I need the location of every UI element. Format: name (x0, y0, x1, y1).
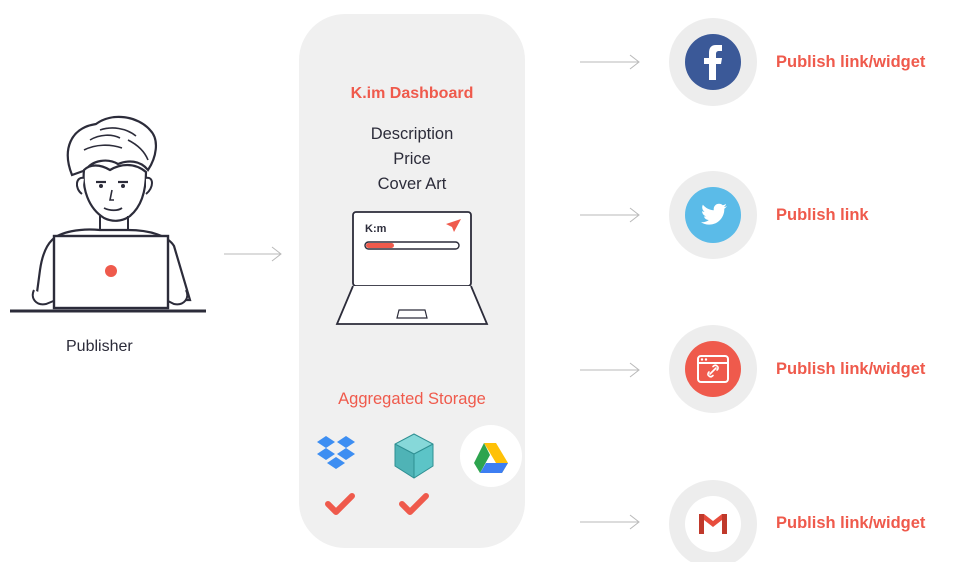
field-price: Price (393, 150, 431, 168)
field-cover-art: Cover Art (377, 175, 447, 193)
publisher-label: Publisher (66, 338, 133, 355)
dashboard-title: K.im Dashboard (350, 85, 474, 102)
google-drive-icon (460, 425, 522, 487)
laptop-logo: K:m (365, 223, 387, 235)
storage-cube-icon (394, 433, 434, 479)
dashboard-fields: Description Price Cover Art (299, 122, 525, 197)
channel-website (669, 325, 757, 413)
website-icon (685, 341, 741, 397)
twitter-publish-label: Publish link (776, 206, 869, 224)
facebook-icon (685, 34, 741, 90)
facebook-publish-label: Publish link/widget (776, 53, 926, 71)
laptop-dot (105, 265, 117, 277)
gmail-icon (685, 496, 741, 552)
publisher-illustration (10, 115, 206, 313)
field-description: Description (370, 125, 454, 143)
check-icon (399, 493, 429, 515)
arrow-to-facebook (580, 54, 640, 70)
dropbox-icon (317, 436, 355, 469)
arrow-to-twitter (580, 207, 640, 223)
channel-facebook (669, 18, 757, 106)
channel-twitter (669, 171, 757, 259)
dashboard-panel: K.im Dashboard Description Price Cover A… (299, 14, 525, 548)
check-icon (325, 493, 355, 515)
publisher-figure: Publisher (0, 0, 230, 380)
channel-gmail (669, 480, 757, 562)
website-publish-label: Publish link/widget (776, 360, 926, 378)
arrow-to-dashboard (224, 246, 282, 262)
storage-title: Aggregated Storage (338, 390, 486, 408)
arrow-to-website (580, 362, 640, 378)
gmail-publish-label: Publish link/widget (776, 514, 926, 532)
twitter-icon (685, 187, 741, 243)
dashboard-laptop-icon: K:m (335, 211, 489, 325)
arrow-to-gmail (580, 514, 640, 530)
